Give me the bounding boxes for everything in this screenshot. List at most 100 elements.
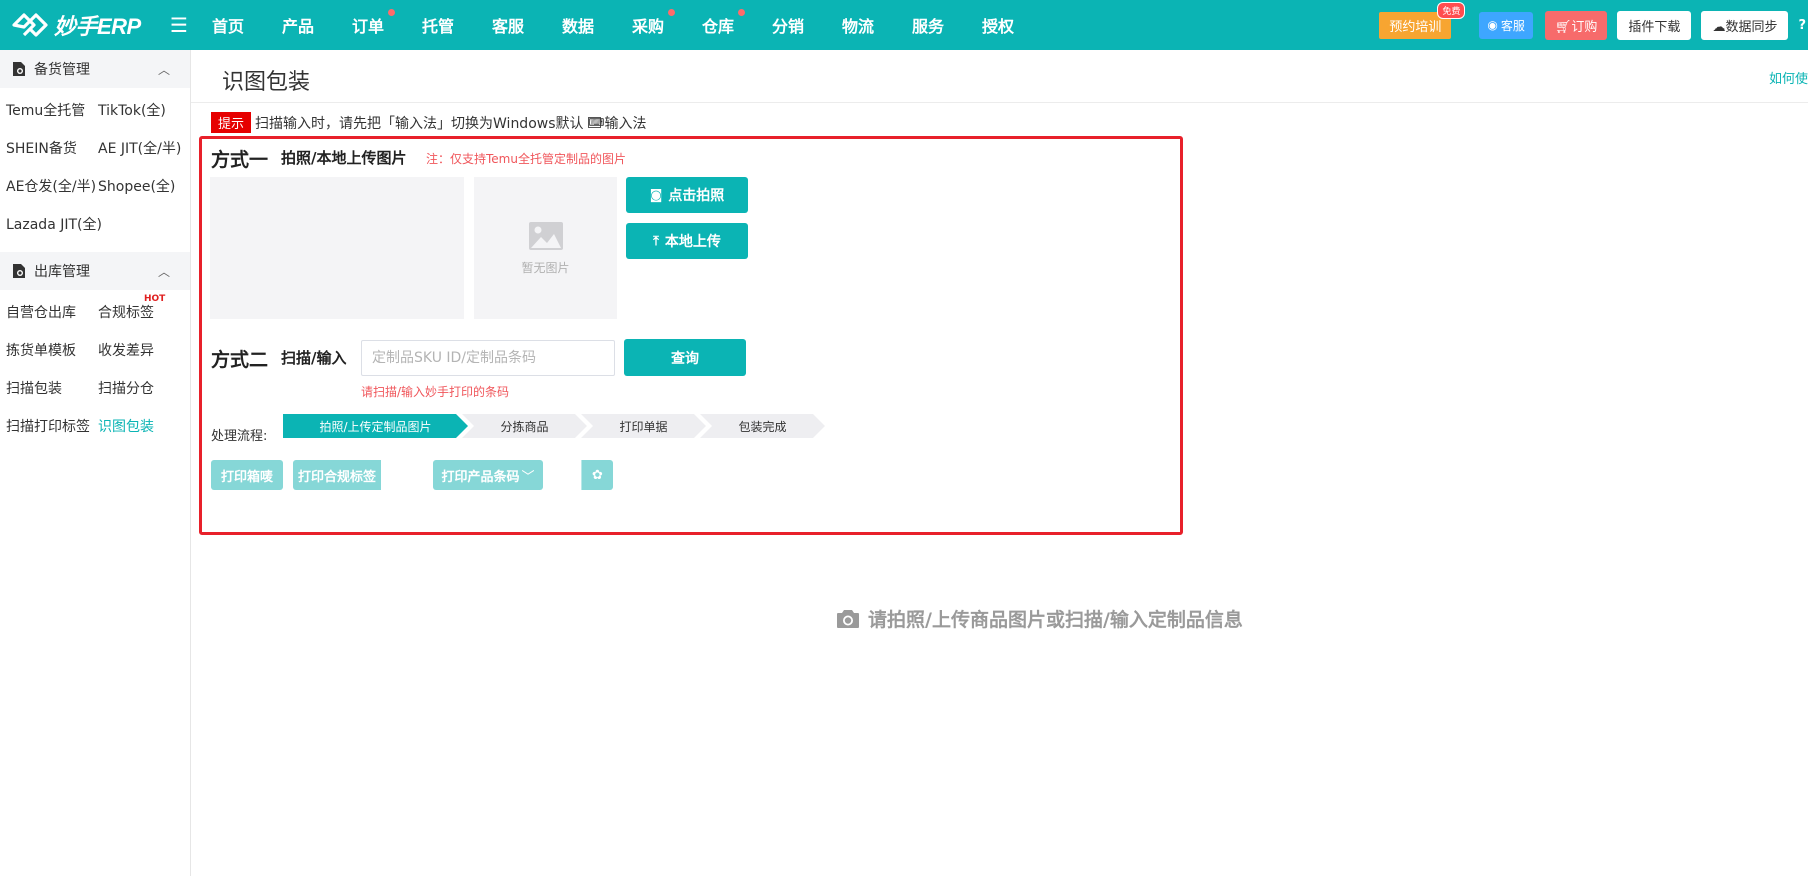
sidebar-item[interactable]: Temu全托管 [6,96,98,134]
page-header: 识图包装 如何使 [191,50,1808,103]
print-compliance-label-button[interactable]: 打印合规标签 [293,460,381,490]
data-sync-label: 数据同步 [1725,19,1778,35]
take-photo-label: 点击拍照 [668,188,725,204]
menu-toggle-icon[interactable]: ☰ [170,13,188,37]
nav-item-0[interactable]: 首页 [212,13,282,37]
nav-item-8[interactable]: 分销 [772,13,842,37]
service-label: 客服 [1500,18,1525,33]
nav-item-label: 仓库 [701,17,734,36]
training-button[interactable]: 预约培训 免费 [1379,1,1466,39]
sidebar-item-label: 收发差异 [98,343,154,359]
sidebar-item[interactable]: 扫描打印标签 [6,412,98,450]
flow-label: 处理流程: [211,429,268,444]
print-barcode-dropdown[interactable]: 打印产品条码 ﹀ [433,460,543,490]
nav-item-10[interactable]: 服务 [912,13,982,37]
sidebar-item[interactable]: 拣货单模板 [6,336,98,374]
sidebar-group-stock[interactable]: 备货管理 ︿ [0,50,190,88]
nav-item-label: 订单 [351,17,384,36]
brand-logo[interactable]: 妙手ERP [10,9,160,41]
flow-step-done: 包装完成 [700,414,825,438]
chevron-up-icon: ︿ [157,62,170,77]
sidebar-item[interactable]: 扫描分仓 [98,374,197,412]
flow-step-photo: 拍照/上传定制品图片 [283,414,468,438]
logo-icon [12,13,48,37]
method2-title: 方式二 [211,349,269,371]
nav-item-11[interactable]: 授权 [982,13,1052,37]
help-icon[interactable]: ? [1798,18,1806,33]
sidebar-item[interactable]: Shopee(全) [98,172,197,210]
sidebar-item[interactable]: AE仓发(全/半) [6,172,98,210]
sidebar-stock-items: Temu全托管 TikTok(全) SHEIN备货 AE JIT(全/半) AE仓发(全… [0,88,190,252]
print-barcode-label: 打印产品条码 [441,469,520,485]
scan-hint: 请扫描/输入妙手打印的条码 [361,385,510,399]
sidebar-item-label: Shopee(全) [98,179,176,195]
sidebar-item[interactable]: 自营仓出库 [6,298,98,336]
query-button[interactable]: 查询 [624,339,746,376]
camera-icon: ◙ [649,187,663,203]
sidebar-item-label: 识图包装 [98,419,154,435]
print-shipping-mark-button[interactable]: 打印箱唛 [211,460,283,490]
document-icon [13,62,25,76]
sidebar: 备货管理 ︿ Temu全托管 TikTok(全) SHEIN备货 AE JIT(全/半… [0,50,191,876]
sidebar-item-label: TikTok(全) [98,103,166,119]
upload-icon: ⤒ [653,233,659,249]
document-icon [13,264,25,278]
tip-badge: 提示 [211,112,252,133]
nav-item-5[interactable]: 数据 [562,13,632,37]
local-upload-label: 本地上传 [664,234,721,250]
image-placeholder-icon [528,221,563,250]
how-to-link[interactable]: 如何使 [1769,68,1808,87]
sidebar-item[interactable]: 合规标签 HOT [98,294,197,336]
sidebar-group-outbound[interactable]: 出库管理 ︿ [0,252,190,290]
nav-item-label: 物流 [841,17,874,36]
sidebar-item[interactable]: 识图包装 [98,412,197,450]
sidebar-item[interactable]: 收发差异 [98,336,197,374]
flow-step-sort: 分拣商品 [462,414,587,438]
training-label: 预约培训 [1389,19,1442,35]
sku-barcode-input[interactable] [361,340,615,376]
nav-item-9[interactable]: 物流 [842,13,912,37]
camera-preview[interactable] [210,177,464,319]
method2-subtitle: 扫描/输入 [281,349,347,367]
nav-item-label: 产品 [281,17,314,36]
sidebar-item-label: AE JIT(全/半) [98,141,182,157]
page-title: 识图包装 [222,70,311,95]
sidebar-item-label: SHEIN备货 [6,141,77,157]
free-badge: 免费 [1437,1,1466,19]
brand-name: 妙手ERP [54,14,141,39]
sidebar-item[interactable]: TikTok(全) [98,96,197,134]
sidebar-item[interactable]: AE JIT(全/半) [98,134,197,172]
data-sync-button[interactable]: ☁数据同步 [1701,10,1789,40]
tip-text-suffix: 输入法 [604,115,647,132]
service-button[interactable]: ◉ 客服 [1479,11,1533,39]
nav-item-6[interactable]: 采购 [632,9,702,37]
sidebar-item-label: 扫描包装 [6,381,62,397]
nav-item-7[interactable]: 仓库 [701,9,772,37]
hot-badge: HOT [144,294,166,304]
method1-title: 方式一 [211,149,269,171]
nav-item-4[interactable]: 客服 [492,13,562,37]
no-image-label: 暂无图片 [521,260,570,275]
order-button[interactable]: 🛒︎订购 [1544,10,1608,40]
top-navbar: 妙手ERP ☰ 首页 产品 订单 托管 客服 数据 采购 仓库 分销 物流 服务 授权 预约培训 免费… [0,0,1808,50]
sidebar-item[interactable]: Lazada JIT(全) [6,210,102,248]
plugin-download-button[interactable]: 插件下载 [1617,10,1692,40]
notification-dot [387,9,395,16]
chevron-up-icon: ︿ [157,264,170,279]
nav-item-1[interactable]: 产品 [282,13,352,37]
cloud-icon: ☁ [1712,19,1726,35]
sidebar-item[interactable]: SHEIN备货 [6,134,98,172]
sidebar-group-title: 出库管理 [34,264,90,280]
sidebar-outbound-items: 自营仓出库 合规标签 HOT 拣货单模板 收发差异 扫描包装 扫描分仓 扫描打印标签 识图包装 [0,290,190,454]
notification-dot [737,9,745,16]
label-settings-gear-icon[interactable]: ✿ [581,460,613,490]
local-upload-button[interactable]: ⤒ 本地上传 [626,223,748,259]
take-photo-button[interactable]: ◙ 点击拍照 [626,177,748,213]
empty-state-text: 请拍照/上传商品图片或扫描/输入定制品信息 [868,609,1243,631]
empty-state-hint: 请拍照/上传商品图片或扫描/输入定制品信息 [836,605,1243,632]
nav-item-3[interactable]: 托管 [422,13,492,37]
sidebar-item-label: Temu全托管 [6,103,86,119]
nav-item-2[interactable]: 订单 [351,9,422,37]
sidebar-item[interactable]: 扫描包装 [6,374,98,412]
nav-item-label: 托管 [421,17,454,36]
